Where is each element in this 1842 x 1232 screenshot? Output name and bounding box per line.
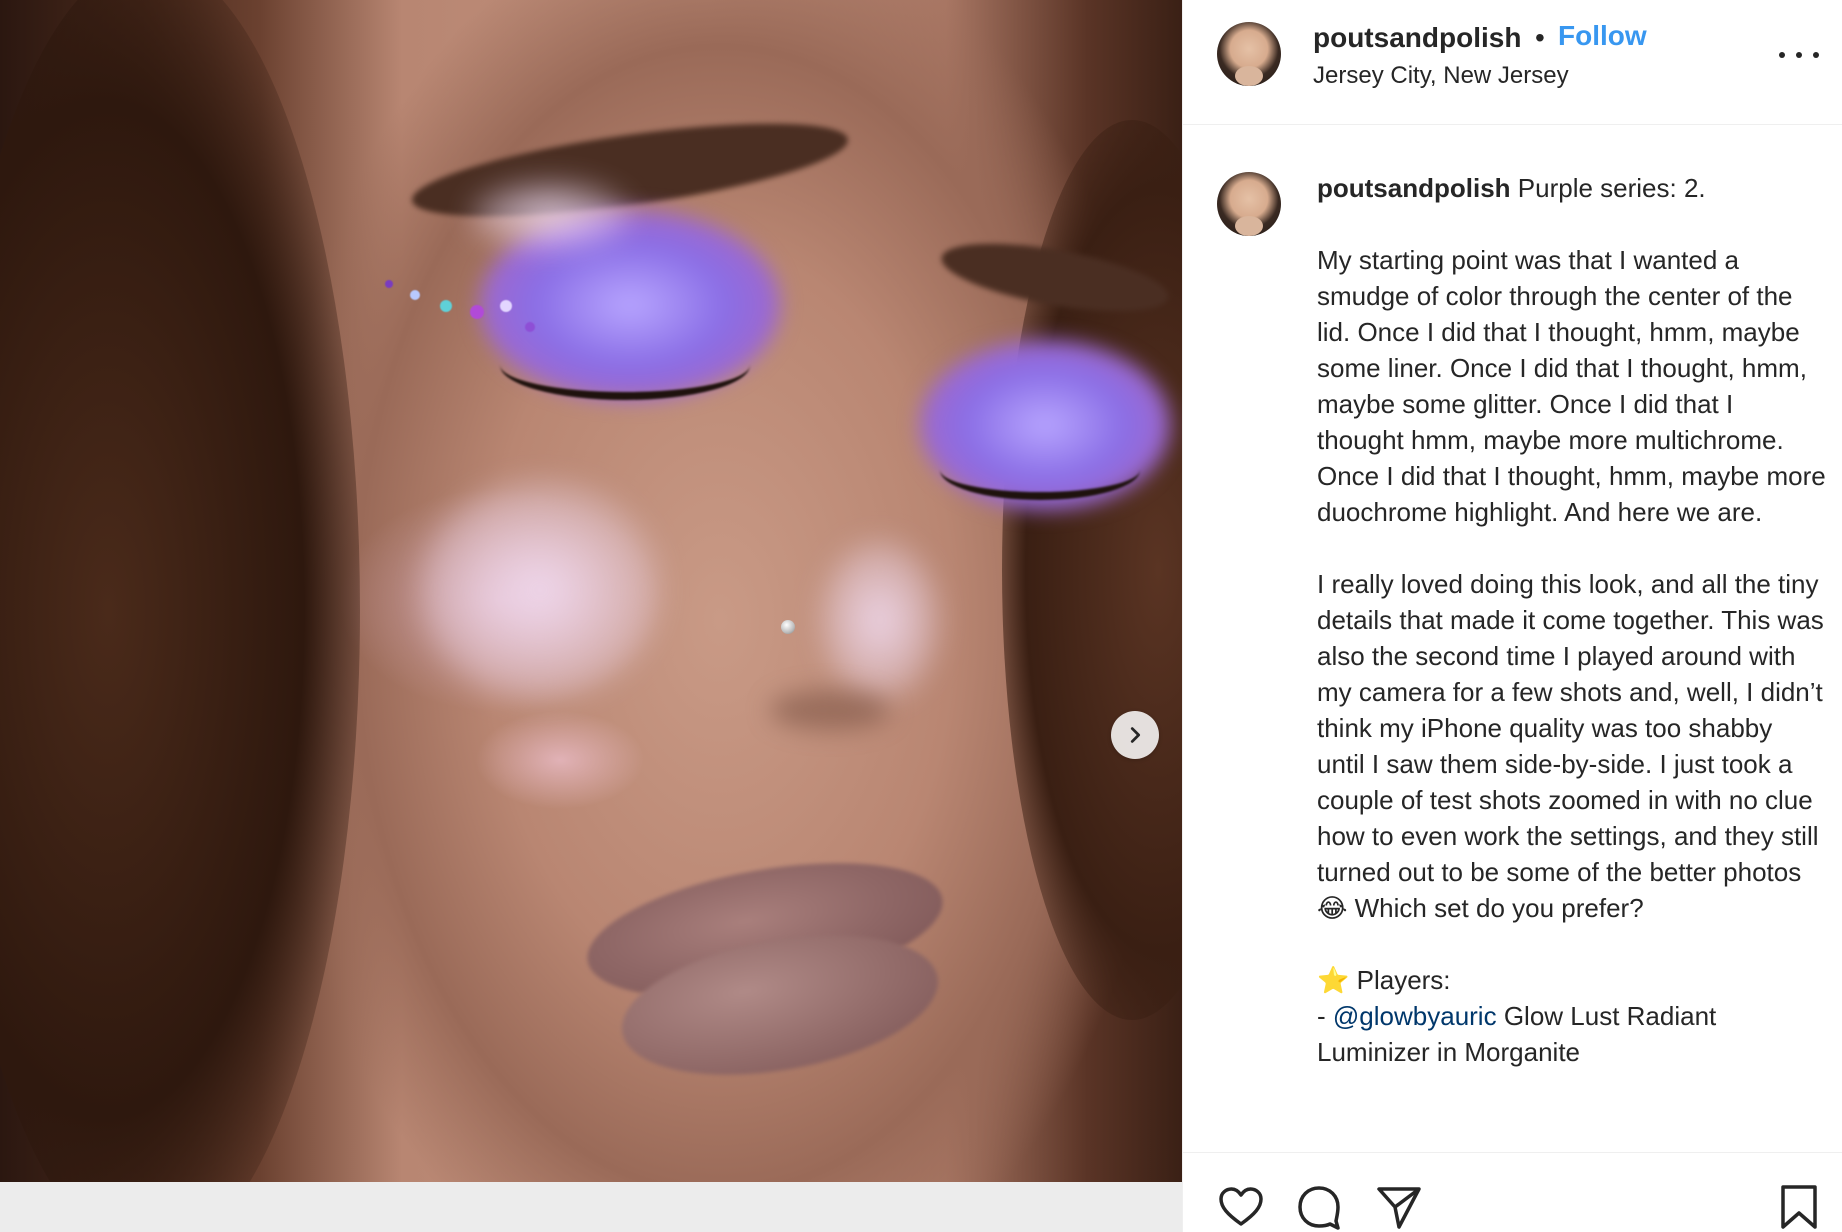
bookmark-icon bbox=[1781, 1185, 1817, 1229]
right-lashes bbox=[940, 440, 1140, 500]
post-side-panel: poutsandpolish • Follow Jersey City, New… bbox=[1182, 0, 1842, 1232]
glitter-gem bbox=[525, 322, 535, 332]
left-lashes bbox=[500, 330, 750, 400]
save-button[interactable] bbox=[1777, 1183, 1827, 1232]
laughing-emoji-icon: 😂 bbox=[1317, 893, 1348, 923]
photo-bottom-strip bbox=[0, 1182, 1182, 1232]
header-username[interactable]: poutsandpolish bbox=[1313, 22, 1521, 54]
hair-region bbox=[0, 0, 360, 1182]
heart-icon bbox=[1219, 1187, 1263, 1226]
nose-stud bbox=[781, 620, 795, 634]
caption-author[interactable]: poutsandpolish bbox=[1317, 173, 1511, 203]
caption-avatar[interactable] bbox=[1217, 172, 1281, 236]
mention-link[interactable]: @glowbyauric bbox=[1333, 1001, 1497, 1031]
action-bar bbox=[1183, 1152, 1842, 1232]
players-heading: ⭐️ Players: bbox=[1317, 962, 1827, 998]
glitter-gem bbox=[470, 305, 484, 319]
post-photo bbox=[0, 0, 1182, 1182]
star-emoji-icon: ⭐️ bbox=[1317, 965, 1350, 995]
caption-paragraph-1: My starting point was that I wanted a sm… bbox=[1317, 245, 1826, 527]
glitter-gem bbox=[440, 300, 452, 312]
players-label: Players: bbox=[1356, 965, 1451, 995]
player-dash: - bbox=[1317, 1001, 1326, 1031]
more-options-icon-dot bbox=[1796, 52, 1802, 58]
glitter-gem bbox=[410, 290, 420, 300]
share-button[interactable] bbox=[1375, 1183, 1425, 1232]
header-separator: • bbox=[1535, 22, 1545, 53]
post-caption: poutsandpolish Purple series: 2. My star… bbox=[1317, 170, 1827, 1145]
like-button[interactable] bbox=[1217, 1183, 1267, 1232]
caption-paragraph-2: I really loved doing this look, and all … bbox=[1317, 566, 1827, 926]
cheek-highlight bbox=[420, 480, 660, 700]
more-options-icon-dot bbox=[1813, 52, 1819, 58]
caption-title-line: poutsandpolish Purple series: 2. bbox=[1317, 170, 1827, 206]
brow-highlight bbox=[470, 180, 630, 250]
more-options-icon bbox=[1779, 52, 1785, 58]
player-item: - @glowbyauric Glow Lust Radiant Luminiz… bbox=[1317, 998, 1827, 1070]
caption-paragraph-2-question: Which set do you prefer? bbox=[1354, 893, 1644, 923]
caption-paragraph-2-text: I really loved doing this look, and all … bbox=[1317, 569, 1824, 887]
nose-shadow bbox=[770, 690, 890, 730]
nose-highlight bbox=[820, 540, 940, 700]
follow-button[interactable]: Follow bbox=[1558, 20, 1647, 52]
players-section: ⭐️ Players: - @glowbyauric Glow Lust Rad… bbox=[1317, 962, 1827, 1070]
chevron-right-icon bbox=[1130, 727, 1141, 743]
caption-title: Purple series: 2. bbox=[1517, 173, 1706, 203]
share-icon bbox=[1377, 1187, 1421, 1229]
next-photo-button[interactable] bbox=[1111, 711, 1159, 759]
avatar[interactable] bbox=[1217, 22, 1281, 86]
post-header: poutsandpolish • Follow Jersey City, New… bbox=[1183, 0, 1842, 125]
location-link[interactable]: Jersey City, New Jersey bbox=[1313, 62, 1569, 90]
more-options-button[interactable] bbox=[1779, 40, 1819, 70]
glitter-gem bbox=[385, 280, 393, 288]
comment-button[interactable] bbox=[1295, 1183, 1345, 1232]
glitter-gem bbox=[500, 300, 512, 312]
comment-icon bbox=[1298, 1186, 1340, 1230]
